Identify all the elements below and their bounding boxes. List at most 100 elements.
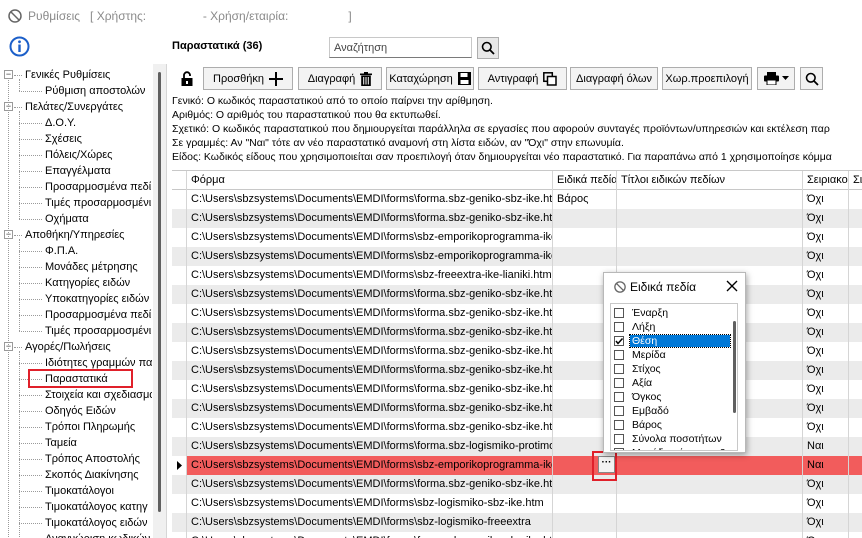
sidebar-item[interactable]: Τρόποι Πληρωμής xyxy=(45,419,135,435)
cell-extra[interactable] xyxy=(849,304,862,323)
cell-serials[interactable]: Όχι xyxy=(803,323,849,342)
row-selector[interactable] xyxy=(172,513,187,532)
sidebar-item[interactable]: Οχήματα xyxy=(45,211,89,227)
special-field-option[interactable]: Έναρξη xyxy=(611,306,731,320)
cell-form[interactable]: C:\Users\sbzsystems\Documents\EMDI\forms… xyxy=(187,285,553,304)
cell-special-fields[interactable] xyxy=(553,247,617,266)
column-header-extra[interactable]: Σι xyxy=(849,171,862,190)
cell-field-titles[interactable] xyxy=(617,209,803,228)
cell-serials[interactable]: Όχι xyxy=(803,209,849,228)
cell-serials[interactable]: Όχι xyxy=(803,190,849,209)
tree-group[interactable]: Αποθήκη/Υπηρεσίες xyxy=(25,227,124,243)
cell-serials[interactable]: Όχι xyxy=(803,380,849,399)
add-button[interactable]: Προσθήκη xyxy=(203,67,293,90)
no-default-button[interactable]: Χωρ.προεπιλογή xyxy=(662,67,752,90)
cell-field-titles[interactable] xyxy=(617,190,803,209)
cell-form[interactable]: C:\Users\sbzsystems\Documents\EMDI\forms… xyxy=(187,361,553,380)
row-selector[interactable] xyxy=(172,285,187,304)
special-field-checkbox[interactable] xyxy=(614,392,624,402)
lock-button[interactable] xyxy=(176,67,198,90)
special-field-checkbox[interactable] xyxy=(614,308,624,318)
tree-group[interactable]: Πελάτες/Συνεργάτες xyxy=(25,99,123,115)
tree-group[interactable]: Γενικές Ρυθμίσεις xyxy=(25,67,110,83)
table-row[interactable]: C:\Users\sbzsystems\Documents\EMDI\forms… xyxy=(172,513,862,532)
cell-form[interactable]: C:\Users\sbzsystems\Documents\EMDI\forms… xyxy=(187,342,553,361)
cell-extra[interactable] xyxy=(849,532,862,538)
row-selector[interactable] xyxy=(172,361,187,380)
sidebar-scrollbar[interactable] xyxy=(153,64,166,538)
cell-field-titles[interactable] xyxy=(617,513,803,532)
cell-special-fields[interactable]: Βάρος xyxy=(553,190,617,209)
special-field-checkbox[interactable] xyxy=(614,364,624,374)
cell-extra[interactable] xyxy=(849,437,862,456)
sidebar-item[interactable]: Προσαρμοσμένα πεδί xyxy=(45,307,151,323)
cell-extra[interactable] xyxy=(849,399,862,418)
print-button[interactable] xyxy=(757,67,795,90)
cell-extra[interactable] xyxy=(849,475,862,494)
sidebar-item[interactable]: Στοιχεία και σχεδιασμό xyxy=(45,387,152,403)
special-field-option[interactable]: Μερίδα xyxy=(611,348,731,362)
sidebar-item[interactable]: Φ.Π.Α. xyxy=(45,243,78,259)
table-row[interactable]: C:\Users\sbzsystems\Documents\EMDI\forms… xyxy=(172,323,862,342)
cell-form[interactable]: C:\Users\sbzsystems\Documents\EMDI\forms… xyxy=(187,418,553,437)
column-header-special-fields[interactable]: Ειδικά πεδία xyxy=(553,171,617,190)
popup-scrollbar-thumb[interactable] xyxy=(733,321,736,413)
special-field-option[interactable]: Εμβαδό xyxy=(611,404,731,418)
sidebar-item[interactable]: Τιμές προσαρμοσμένι xyxy=(45,323,151,339)
cell-form[interactable]: C:\Users\sbzsystems\Documents\EMDI\forms… xyxy=(187,456,553,475)
sidebar-item[interactable]: Σκοπός Διακίνησης xyxy=(45,467,139,483)
close-icon[interactable] xyxy=(725,279,739,293)
table-row[interactable]: C:\Users\sbzsystems\Documents\EMDI\forms… xyxy=(172,190,862,209)
cell-form[interactable]: C:\Users\sbzsystems\Documents\EMDI\forms… xyxy=(187,190,553,209)
sidebar-item[interactable]: Τιμοκατάλογος ειδών xyxy=(45,515,147,531)
sidebar-item[interactable]: Τιμοκατάλογοι xyxy=(45,483,114,499)
cell-special-fields[interactable] xyxy=(553,513,617,532)
special-field-checkbox[interactable] xyxy=(614,406,624,416)
cell-serials[interactable]: Όχι xyxy=(803,285,849,304)
row-selector[interactable] xyxy=(172,494,187,513)
cell-serials[interactable]: Ναι xyxy=(803,456,849,475)
cell-extra[interactable] xyxy=(849,380,862,399)
sidebar-item[interactable]: Μονάδες μέτρησης xyxy=(45,259,138,275)
cell-extra[interactable] xyxy=(849,513,862,532)
row-selector[interactable] xyxy=(172,247,187,266)
cell-extra[interactable] xyxy=(849,247,862,266)
row-selector[interactable] xyxy=(172,418,187,437)
table-row[interactable]: C:\Users\sbzsystems\Documents\EMDI\forms… xyxy=(172,399,862,418)
cell-extra[interactable] xyxy=(849,209,862,228)
cell-special-fields[interactable] xyxy=(553,209,617,228)
table-row[interactable]: C:\Users\sbzsystems\Documents\EMDI\forms… xyxy=(172,342,862,361)
copy-button[interactable]: Αντιγραφή xyxy=(478,67,567,90)
row-selector[interactable] xyxy=(172,399,187,418)
sidebar-item[interactable]: Προσαρμοσμένα πεδί xyxy=(45,179,151,195)
cell-serials[interactable]: Όχι xyxy=(803,228,849,247)
table-row[interactable]: C:\Users\sbzsystems\Documents\EMDI\forms… xyxy=(172,380,862,399)
sidebar-item[interactable]: Ταμεία xyxy=(45,435,77,451)
cell-serials[interactable]: Όχι xyxy=(803,304,849,323)
cell-extra[interactable] xyxy=(849,190,862,209)
cell-form[interactable]: C:\Users\sbzsystems\Documents\EMDI\forms… xyxy=(187,532,553,538)
sidebar-item[interactable]: Πόλεις/Χώρες xyxy=(45,147,112,163)
row-selector[interactable] xyxy=(172,437,187,456)
cell-form[interactable]: C:\Users\sbzsystems\Documents\EMDI\forms… xyxy=(187,209,553,228)
table-row[interactable]: C:\Users\sbzsystems\Documents\EMDI\forms… xyxy=(172,475,862,494)
special-field-checkbox[interactable] xyxy=(614,448,624,450)
row-selector[interactable] xyxy=(172,266,187,285)
sidebar-item[interactable]: Τρόπος Αποστολής xyxy=(45,451,140,467)
sidebar-item[interactable]: Τιμοκατάλογος κατηγ xyxy=(45,499,148,515)
info-icon[interactable] xyxy=(9,36,30,57)
row-selector[interactable] xyxy=(172,532,187,538)
row-selector[interactable] xyxy=(172,209,187,228)
cell-special-fields[interactable] xyxy=(553,494,617,513)
cell-field-titles[interactable] xyxy=(617,456,803,475)
cell-extra[interactable] xyxy=(849,418,862,437)
cell-extra[interactable] xyxy=(849,494,862,513)
cell-form[interactable]: C:\Users\sbzsystems\Documents\EMDI\forms… xyxy=(187,380,553,399)
cell-serials[interactable]: Ναι xyxy=(803,437,849,456)
delete-all-button[interactable]: Διαγραφή όλων xyxy=(570,67,658,90)
table-row[interactable]: C:\Users\sbzsystems\Documents\EMDI\forms… xyxy=(172,228,862,247)
sidebar-item[interactable]: Επαγγέλματα xyxy=(45,163,111,179)
special-field-checkbox[interactable] xyxy=(614,350,624,360)
column-header-serials[interactable]: Σειριακοί xyxy=(803,171,849,190)
table-row[interactable]: C:\Users\sbzsystems\Documents\EMDI\forms… xyxy=(172,456,862,475)
